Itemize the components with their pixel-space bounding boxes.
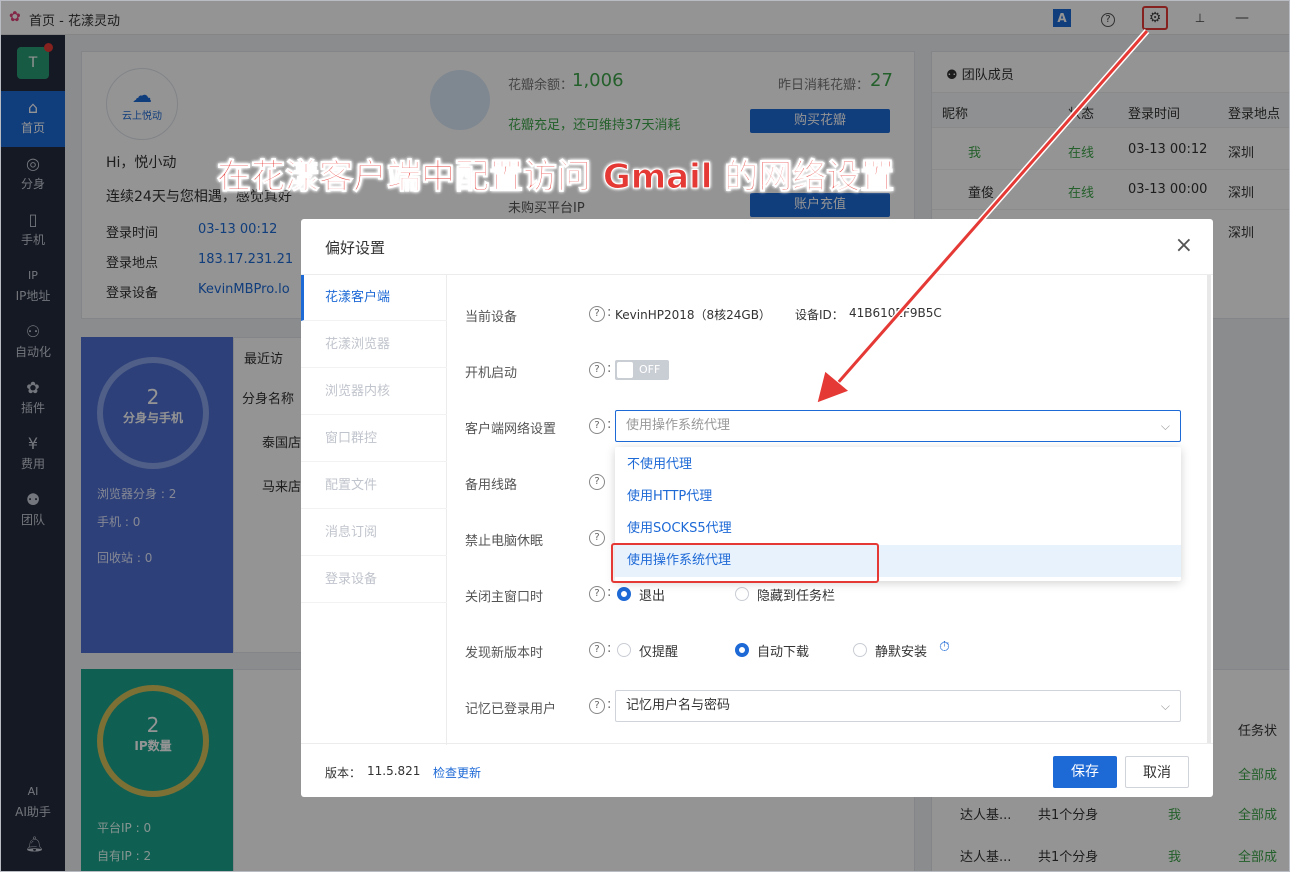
app-window: ✿ 首页 - 花漾灵动 A ? ⚙ ⊥ — T ⌂ 首页 ◎ 分身 ▯ 手机 IP IP… [0, 0, 1290, 872]
arrow-line [827, 30, 1149, 394]
annotation-arrow [816, 29, 1150, 404]
